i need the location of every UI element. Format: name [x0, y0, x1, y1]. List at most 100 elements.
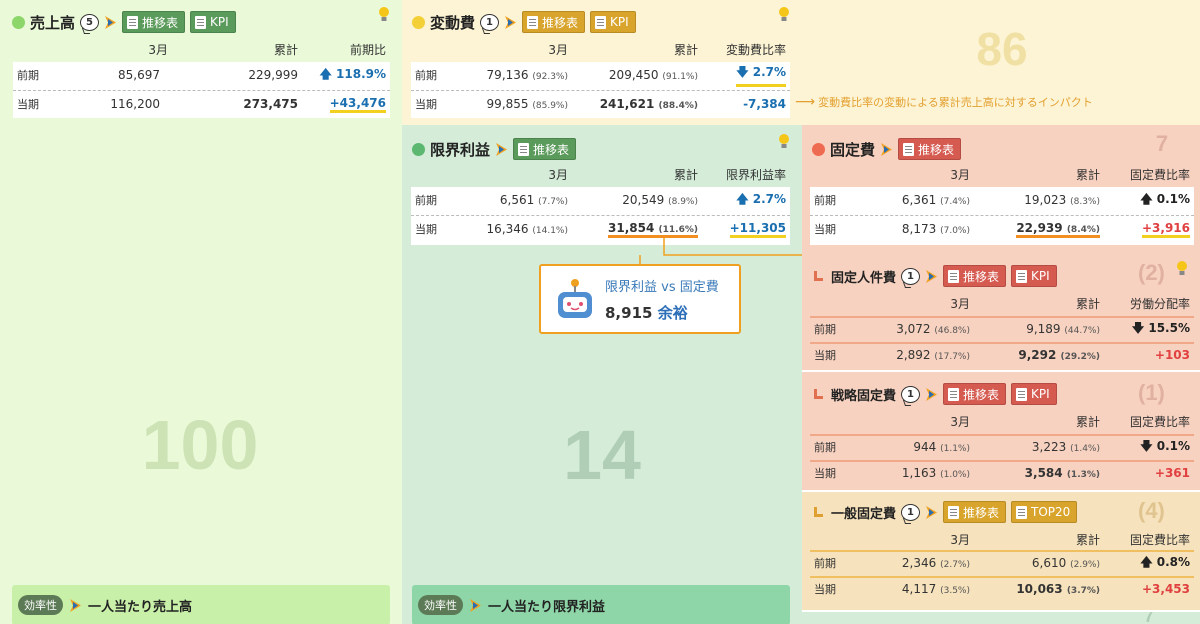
arrow-up-icon: 🡅: [736, 191, 753, 206]
trend-table-button[interactable]: 推移表: [513, 138, 577, 160]
next-panel-peek: 7: [802, 612, 1200, 624]
arrow-down-icon: 🡇: [1140, 438, 1157, 453]
efficiency-label: 一人当たり限界利益: [488, 599, 606, 615]
popup-value: 8,915: [605, 304, 653, 322]
arrow-down-icon: 🡇: [1131, 320, 1149, 335]
document-icon: [948, 505, 960, 519]
sales-panel: 100 売上高 5 推移表 KPI 3月 累計 前期比 前期 85,697 22…: [0, 0, 402, 624]
status-dot: [412, 142, 425, 156]
popup-title: 限界利益 vs 固定費: [605, 280, 719, 295]
play-icon[interactable]: [925, 387, 938, 402]
document-icon: [1016, 269, 1028, 283]
arrow-up-icon: 🡅: [1140, 191, 1157, 206]
margin-vs-fixed-popup[interactable]: 限界利益 vs 固定費 8,915 余裕: [539, 264, 741, 334]
impact-note: ⟶ 変動費比率の変動による累計売上高に対するインパクト: [795, 94, 1093, 110]
general-panel: (4) 一般固定費 1 推移表 TOP20 3月 累計 固定費比率 前期 2,3…: [802, 492, 1200, 610]
fixed-cost-panel: 7 固定費 推移表 3月 累計 固定費比率 前期 6,361 (7.4%) 19…: [802, 125, 1200, 252]
popup-status: 余裕: [657, 304, 688, 322]
kpi-button[interactable]: KPI: [1011, 383, 1057, 405]
document-icon: [1016, 387, 1028, 401]
robot-icon: [558, 279, 592, 318]
bracket-icon: [814, 271, 823, 281]
comment-bubble-icon[interactable]: 1: [480, 13, 500, 31]
ghost-count: (2): [1138, 260, 1165, 285]
play-icon[interactable]: [925, 269, 938, 284]
trend-table-button[interactable]: 推移表: [943, 265, 1007, 287]
ghost-count: (1): [1138, 380, 1165, 405]
status-dot: [812, 142, 825, 156]
trend-table-button[interactable]: 推移表: [522, 11, 586, 33]
fixed-table: 3月 累計 固定費比率 前期 6,361 (7.4%) 19,023 (8.3%…: [810, 163, 1194, 245]
variable-big-number: 86: [976, 23, 1028, 75]
table-row: 当期 8,173 (7.0%) 22,939 (8.4%) +3,916: [814, 220, 1190, 238]
comment-bubble-icon[interactable]: 1: [901, 503, 921, 521]
play-icon[interactable]: [925, 505, 938, 520]
play-icon[interactable]: [104, 15, 117, 30]
top20-button[interactable]: TOP20: [1011, 501, 1078, 523]
document-icon: [195, 15, 207, 29]
lightbulb-icon[interactable]: [378, 6, 390, 24]
sales-title: 売上高: [30, 13, 76, 32]
arrow-down-icon: 🡇: [736, 65, 753, 79]
bracket-icon: [814, 507, 823, 517]
comment-bubble-icon[interactable]: 5: [80, 13, 100, 31]
variable-table: 3月 累計 変動費比率 前期 79,136 (92.3%) 209,450 (9…: [411, 38, 790, 118]
table-row: 当期 4,117 (3.5%) 10,063 (3.7%) +3,453: [814, 582, 1190, 596]
fixed-big-number: 7: [1155, 131, 1169, 156]
lightbulb-icon[interactable]: [778, 133, 790, 151]
trend-table-button[interactable]: 推移表: [898, 138, 962, 160]
document-icon: [127, 15, 139, 29]
kpi-button[interactable]: KPI: [190, 11, 236, 33]
table-row: 前期 85,697 229,999 🡅 118.9%: [17, 66, 386, 83]
trend-table-button[interactable]: 推移表: [943, 383, 1007, 405]
arrow-right-icon: ⟶: [795, 94, 816, 110]
document-icon: [527, 15, 539, 29]
table-row: 当期 1,163 (1.0%) 3,584 (1.3%) +361: [814, 466, 1190, 480]
table-row: 前期 3,072 (46.8%) 9,189 (44.7%) 🡇 15.5%: [814, 320, 1190, 337]
efficiency-tag: 効率性: [18, 595, 63, 615]
col-ratio-header: 前期比: [349, 42, 386, 57]
play-icon[interactable]: [880, 142, 893, 157]
margin-table: 3月 累計 限界利益率 前期 6,561 (7.7%) 20,549 (8.9%…: [411, 163, 790, 245]
document-icon: [595, 15, 607, 29]
sales-table: 3月 累計 前期比 前期 85,697 229,999 🡅 118.9% 当期 …: [13, 38, 390, 118]
table-row: 前期 6,561 (7.7%) 20,549 (8.9%) 🡅 2.7%: [415, 191, 786, 208]
strategic-title: 戦略固定費: [831, 388, 897, 404]
play-icon[interactable]: [495, 142, 508, 157]
trend-table-button[interactable]: 推移表: [943, 501, 1007, 523]
kpi-button[interactable]: KPI: [590, 11, 636, 33]
bracket-icon: [814, 389, 823, 399]
document-icon: [518, 142, 530, 156]
lightbulb-icon[interactable]: [1176, 260, 1188, 278]
lightbulb-icon[interactable]: [778, 6, 790, 24]
ghost-count: (4): [1138, 498, 1165, 523]
variable-title: 変動費: [430, 13, 476, 32]
document-icon: [948, 387, 960, 401]
efficiency-bar[interactable]: 効率性 一人当たり限界利益: [412, 585, 790, 624]
arrow-up-icon: 🡅: [1140, 554, 1157, 569]
table-row: 前期 79,136 (92.3%) 209,450 (91.1%) 🡇 2.7%: [411, 62, 790, 88]
comment-bubble-icon[interactable]: 1: [901, 385, 921, 403]
efficiency-label: 一人当たり売上高: [88, 599, 193, 615]
table-row: 当期 16,346 (14.1%) 31,854 (11.6%) +11,305: [415, 220, 786, 238]
trend-table-button[interactable]: 推移表: [122, 11, 186, 33]
table-row: 前期 2,346 (2.7%) 6,610 (2.9%) 🡅 0.8%: [814, 554, 1190, 571]
play-icon: [470, 598, 481, 612]
table-row: 当期 99,855 (85.9%) 241,621 (88.4%) -7,384: [415, 97, 786, 111]
personnel-panel: (2) 固定人件費 1 推移表 KPI 3月 累計 労働分配率 前期 3,072…: [802, 252, 1200, 370]
status-dot: [412, 15, 425, 29]
play-icon[interactable]: [504, 15, 517, 30]
margin-title: 限界利益: [430, 140, 491, 159]
kpi-button[interactable]: KPI: [1011, 265, 1057, 287]
magnifier-document-icon: [1016, 505, 1028, 519]
general-title: 一般固定費: [831, 506, 897, 522]
efficiency-tag: 効率性: [418, 595, 463, 615]
sales-big-number: 100: [141, 406, 259, 484]
table-row: 前期 944 (1.1%) 3,223 (1.4%) 🡇 0.1%: [814, 438, 1190, 455]
play-icon: [70, 598, 81, 612]
strategic-table: 3月 累計 固定費比率 前期 944 (1.1%) 3,223 (1.4%) 🡇…: [810, 410, 1194, 484]
margin-big-number: 14: [563, 416, 641, 494]
col-cum-header: 累計: [273, 42, 298, 57]
efficiency-bar[interactable]: 効率性 一人当たり売上高: [12, 585, 390, 624]
comment-bubble-icon[interactable]: 1: [901, 267, 921, 285]
